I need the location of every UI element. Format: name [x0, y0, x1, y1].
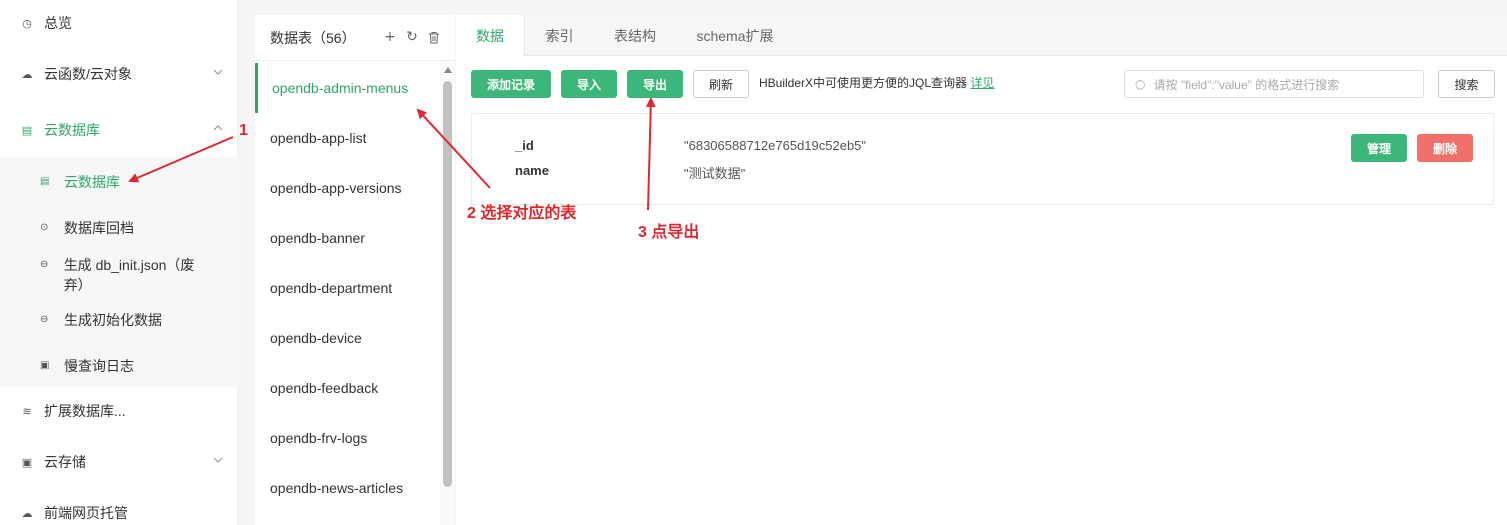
- chevron-down-icon: [212, 66, 228, 82]
- table-item[interactable]: opendb-device: [255, 313, 440, 363]
- tables-scrollbar[interactable]: [440, 61, 455, 525]
- table-item[interactable]: opendb-app-versions: [255, 163, 440, 213]
- nav-item-label: 扩展数据库...: [44, 403, 126, 419]
- database-list-icon: ▤: [21, 123, 33, 137]
- jql-hint-link[interactable]: 详见: [970, 76, 994, 90]
- search-placeholder: 请按 "field":"value" 的格式进行搜索: [1153, 77, 1340, 92]
- link-icon: ⊖: [40, 259, 49, 270]
- table-item[interactable]: opendb-news-articles: [255, 463, 440, 513]
- clock-icon: ◷: [22, 16, 32, 30]
- nav-item-cloud-functions[interactable]: ☁ 云函数/云对象: [0, 57, 238, 91]
- link-icon: ⊖: [40, 314, 49, 325]
- database-submenu: ▤ 云数据库 ⊙ 数据库回档 ⊖ 生成 db_init.json（废弃） ⊖ 生…: [0, 157, 238, 387]
- annotation-step-3: 3 点导出: [638, 224, 700, 241]
- log-icon: ▣: [40, 360, 50, 371]
- nav-item-overview[interactable]: ◷ 总览: [0, 6, 238, 40]
- tab-bar: 数据 索引 表结构 schema扩展: [456, 15, 1507, 57]
- table-item[interactable]: opendb-admin-menus: [255, 63, 440, 113]
- nav-item-label: 云存储: [44, 454, 86, 470]
- sub-item-db-init[interactable]: ⊖ 生成 db_init.json（废弃）: [0, 255, 200, 295]
- jql-hint: HBuilderX中可使用更方便的JQL查询器 详见: [759, 75, 994, 91]
- trash-icon[interactable]: [427, 29, 441, 45]
- cloud-icon: ☁: [21, 67, 33, 81]
- search-icon: ○: [1135, 77, 1146, 91]
- sub-item-label: 慢查询日志: [64, 358, 134, 374]
- table-item[interactable]: opendb-feedback: [255, 363, 440, 413]
- sub-item-label: 云数据库: [64, 174, 120, 190]
- jql-hint-text: HBuilderX中可使用更方便的JQL查询器: [759, 76, 968, 90]
- nav-item-web-hosting[interactable]: ☁ 前端网页托管: [0, 496, 238, 525]
- nav-item-label: 前端网页托管: [44, 505, 128, 521]
- chevron-up-icon: [212, 122, 228, 138]
- field-value-id: "68306588712e765d19c52eb5": [684, 138, 867, 153]
- scroll-up-arrow-icon[interactable]: [444, 67, 452, 73]
- refresh-icon[interactable]: ↻: [405, 29, 419, 45]
- nav-item-label: 总览: [44, 15, 72, 31]
- sub-item-label: 生成 db_init.json（废弃）: [63, 257, 195, 293]
- field-key-name: name: [515, 163, 549, 178]
- database-icon: ≋: [22, 404, 32, 418]
- add-icon[interactable]: +: [383, 29, 397, 45]
- sub-item-label: 数据库回档: [64, 220, 134, 236]
- nav-item-label: 云函数/云对象: [44, 66, 132, 82]
- nav-item-cloud-storage[interactable]: ▣ 云存储: [0, 445, 238, 479]
- nav-item-label: 云数据库: [44, 122, 100, 138]
- import-button[interactable]: 导入: [561, 70, 617, 98]
- tab-schema[interactable]: 表结构: [594, 15, 676, 56]
- export-button[interactable]: 导出: [627, 70, 683, 98]
- restore-icon: ⊙: [40, 222, 49, 233]
- tab-index[interactable]: 索引: [525, 15, 594, 56]
- main-panel: 数据 索引 表结构 schema扩展 添加记录 导入 导出 刷新 HBuilde…: [456, 15, 1507, 525]
- table-item[interactable]: opendb-department: [255, 263, 440, 313]
- table-item[interactable]: opendb-frv-logs: [255, 413, 440, 463]
- tables-panel: 数据表（56） + ↻ opendb-admin-menus opendb-ap…: [255, 15, 455, 525]
- sidebar-nav: ◷ 总览 ☁ 云函数/云对象 ▤ 云数据库 ▤ 云数据库 ⊙ 数据库回档 ⊖ 生…: [0, 0, 238, 525]
- nav-item-cloud-database[interactable]: ▤ 云数据库: [0, 113, 238, 147]
- field-value-name: "测试数据": [684, 166, 746, 181]
- tab-schema-extension[interactable]: schema扩展: [676, 15, 794, 56]
- manage-button[interactable]: 管理: [1351, 134, 1407, 162]
- search-input[interactable]: ○ 请按 "field":"value" 的格式进行搜索: [1124, 70, 1424, 98]
- field-key-id: _id: [515, 138, 534, 153]
- sub-item-slow-query-log[interactable]: ▣ 慢查询日志: [0, 356, 238, 376]
- nav-item-extended-database[interactable]: ≋ 扩展数据库...: [0, 394, 238, 428]
- annotation-step-1: 1: [239, 122, 248, 139]
- table-item[interactable]: opendb-app-list: [255, 113, 440, 163]
- tables-tools: + ↻: [383, 29, 441, 45]
- sub-item-db-restore[interactable]: ⊙ 数据库回档: [0, 218, 238, 238]
- chevron-down-icon: [212, 454, 228, 470]
- hosting-icon: ☁: [21, 506, 33, 520]
- delete-button[interactable]: 删除: [1417, 134, 1473, 162]
- database-list-icon: ▤: [40, 176, 50, 187]
- record-card: _id "68306588712e765d19c52eb5" name "测试数…: [471, 113, 1494, 205]
- sub-item-label: 生成初始化数据: [64, 312, 162, 328]
- scroll-thumb[interactable]: [443, 81, 452, 487]
- add-record-button[interactable]: 添加记录: [471, 70, 551, 98]
- tables-header: 数据表（56） + ↻: [255, 15, 455, 61]
- sub-item-cloud-database[interactable]: ▤ 云数据库: [0, 172, 238, 192]
- search-button[interactable]: 搜索: [1438, 70, 1495, 98]
- sub-item-init-data[interactable]: ⊖ 生成初始化数据: [0, 310, 238, 330]
- tab-data[interactable]: 数据: [456, 15, 525, 57]
- storage-icon: ▣: [21, 455, 33, 469]
- annotation-step-2: 2 选择对应的表: [467, 205, 577, 222]
- refresh-button[interactable]: 刷新: [693, 70, 749, 98]
- tables-title: 数据表（56）: [270, 29, 356, 46]
- table-item[interactable]: opendb-banner: [255, 213, 440, 263]
